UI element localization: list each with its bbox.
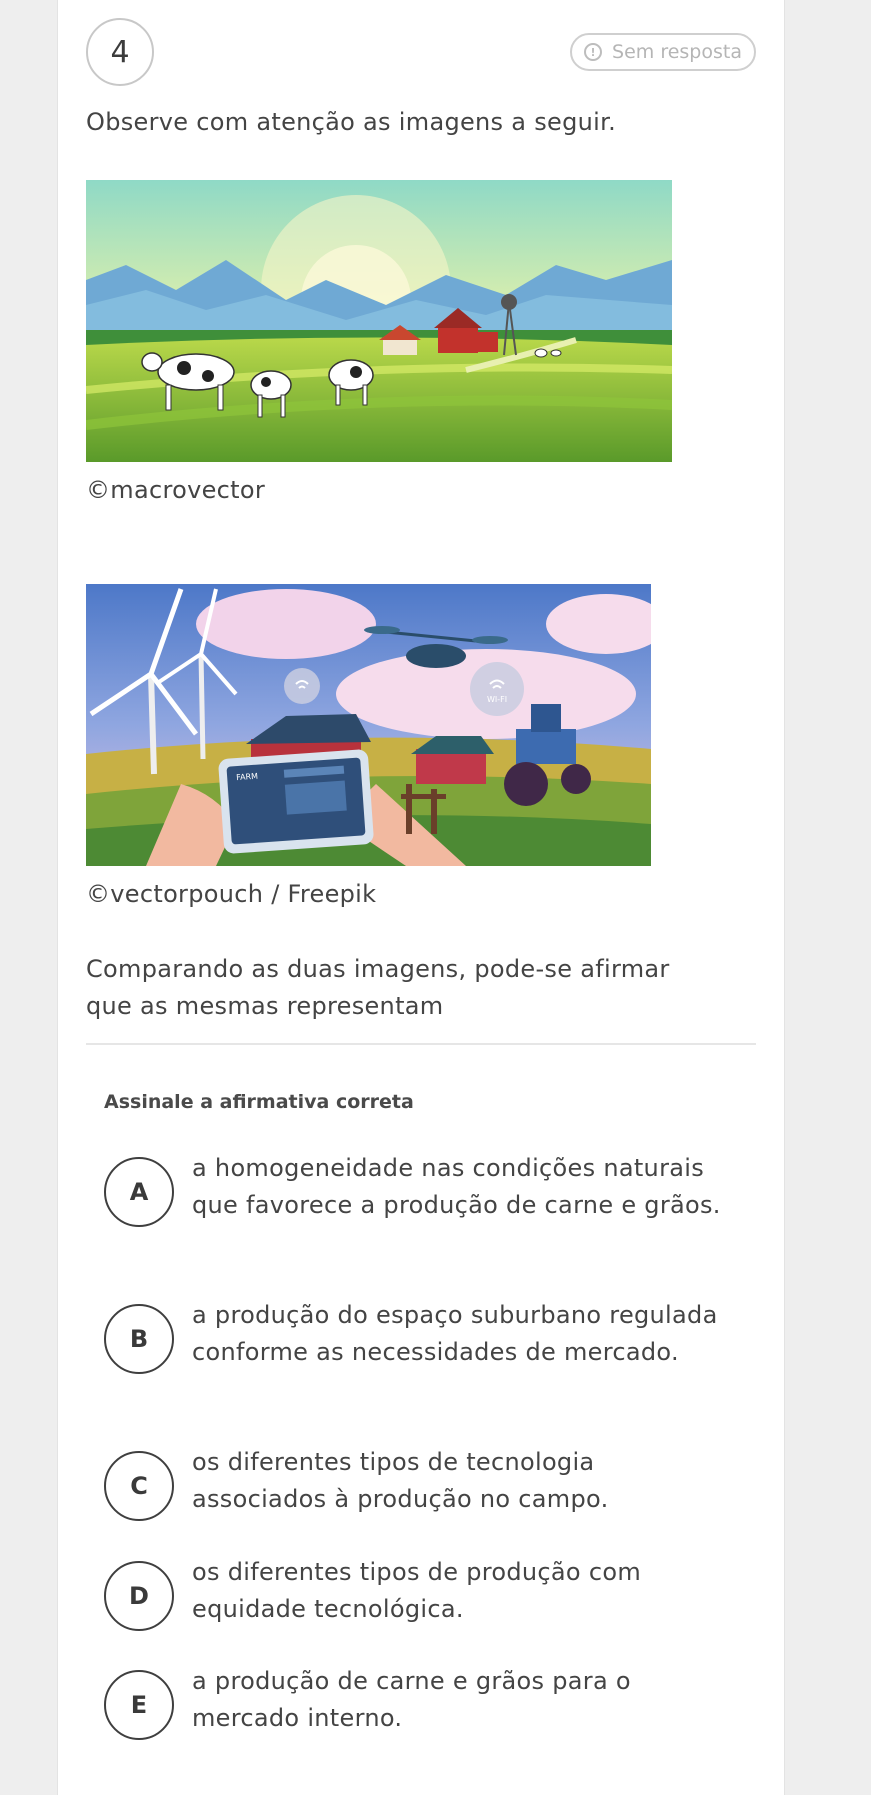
- option-text[interactable]: os diferentes tipos de tecnologia associ…: [192, 1444, 734, 1518]
- option-text[interactable]: a homogeneidade nas condições naturais q…: [192, 1150, 734, 1224]
- option-e[interactable]: E a produção de carne e grãos para o mer…: [104, 1667, 734, 1740]
- option-letter[interactable]: C: [104, 1451, 174, 1521]
- exclamation-circle-icon: !: [584, 43, 603, 61]
- instruction-label: Assinale a afirmativa correta: [104, 1091, 414, 1113]
- option-letter[interactable]: D: [104, 1561, 174, 1631]
- question-intro: Observe com atenção as imagens a seguir.: [86, 108, 617, 136]
- wifi-label: WI-FI: [487, 695, 507, 704]
- farm-label: FARM: [236, 772, 258, 783]
- option-text[interactable]: a produção de carne e grãos para o merca…: [192, 1663, 734, 1737]
- question-number: 4: [110, 34, 130, 70]
- farm-cows-illustration: [86, 180, 672, 462]
- option-letter[interactable]: A: [104, 1157, 174, 1227]
- option-text[interactable]: a produção do espaço suburbano regulada …: [192, 1297, 734, 1371]
- question-prompt-line2: que as mesmas representam: [86, 992, 444, 1020]
- option-letter[interactable]: E: [104, 1670, 174, 1740]
- status-label: Sem resposta: [612, 41, 742, 63]
- image1-credit: ©macrovector: [86, 476, 266, 504]
- divider: [86, 1043, 756, 1045]
- question-card: 4 ! Sem resposta Observe com atenção as …: [57, 0, 785, 1795]
- option-d[interactable]: D os diferentes tipos de produção com eq…: [104, 1558, 734, 1631]
- image2-credit: ©vectorpouch / Freepik: [86, 880, 377, 908]
- question-prompt-line1: Comparando as duas imagens, pode-se afir…: [86, 955, 670, 983]
- option-b[interactable]: B a produção do espaço suburbano regulad…: [104, 1301, 734, 1374]
- option-a[interactable]: A a homogeneidade nas condições naturais…: [104, 1154, 734, 1227]
- status-badge: ! Sem resposta: [570, 33, 756, 71]
- smart-farm-illustration: WI-FI FARM: [86, 584, 651, 866]
- question-number-badge: 4: [86, 18, 154, 86]
- option-c[interactable]: C os diferentes tipos de tecnologia asso…: [104, 1448, 734, 1521]
- option-letter[interactable]: B: [104, 1304, 174, 1374]
- option-text[interactable]: os diferentes tipos de produção com equi…: [192, 1554, 734, 1628]
